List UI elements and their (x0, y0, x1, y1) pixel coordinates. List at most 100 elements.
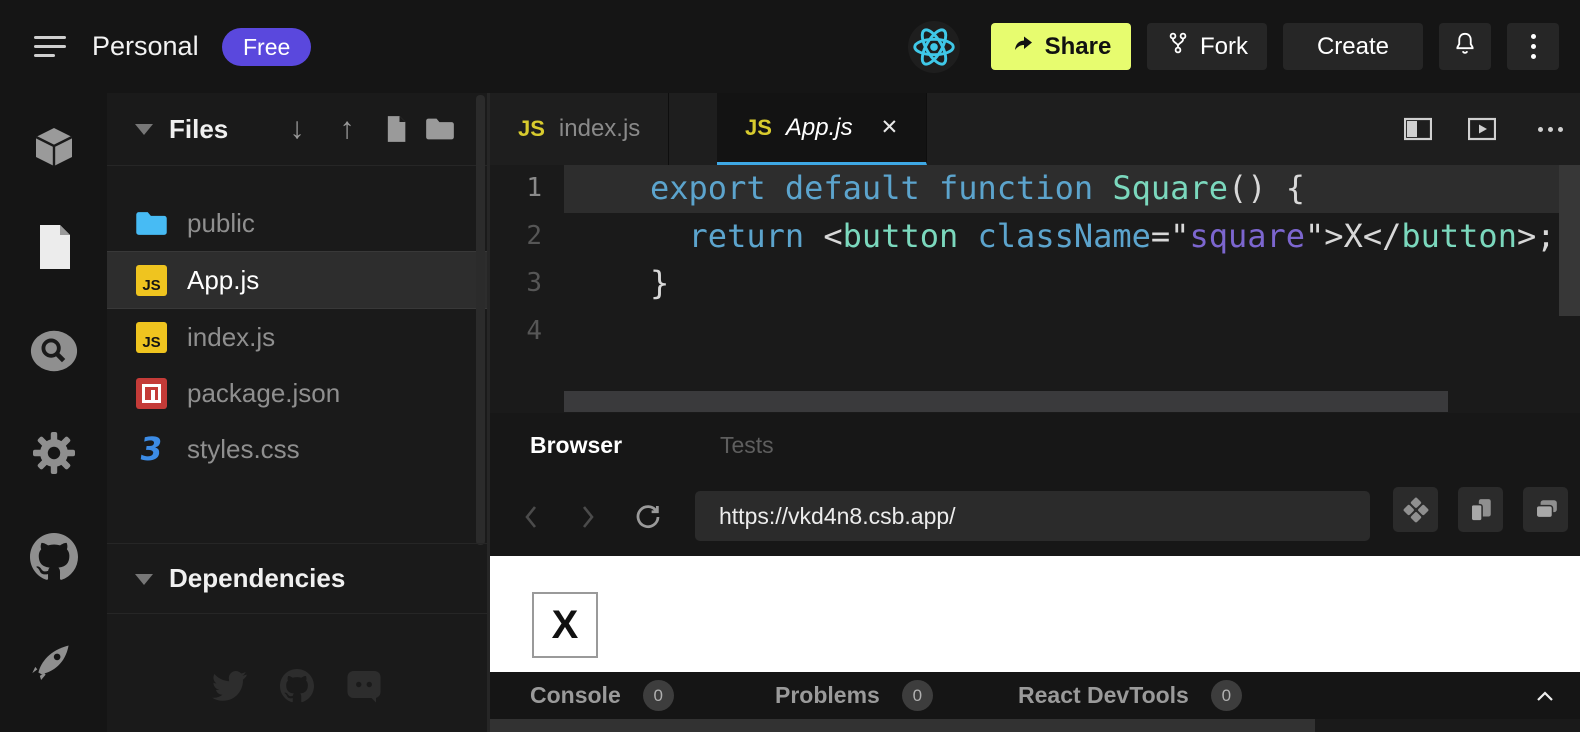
statusbar-label: Problems (775, 682, 880, 709)
search-icon[interactable] (0, 321, 107, 381)
line-number: 1 (490, 165, 542, 213)
devtools-panes-icon[interactable] (1458, 487, 1503, 532)
file-name: public (187, 208, 255, 239)
close-tab-icon[interactable]: ✕ (881, 115, 899, 140)
react-logo-icon (908, 21, 960, 73)
code-v-scrollbar[interactable] (1559, 165, 1580, 316)
console-scrollbar[interactable] (490, 719, 1315, 732)
css3-icon: 3 (138, 430, 166, 468)
file-name: package.json (187, 378, 340, 409)
js-file-icon: JS (135, 321, 168, 354)
social-links (107, 633, 487, 732)
statusbar-react-devtools[interactable]: React DevTools0 (1018, 672, 1242, 719)
editor-area: JS index.js JS App.js ✕ 1 export default func… (490, 93, 1580, 732)
code-line-2[interactable]: 2 return <button className="square">X</b… (490, 213, 1580, 261)
editor-tab-bar: JS index.js JS App.js ✕ (490, 93, 1580, 166)
url-input[interactable] (695, 491, 1370, 541)
statusbar-label: React DevTools (1018, 682, 1189, 709)
files-panel: Files ↓ ↑ publicJSApp.jsJSindex.jspackag… (107, 93, 487, 732)
file-row-App.js[interactable]: JSApp.js (107, 251, 487, 309)
refresh-icon[interactable] (630, 478, 666, 556)
forward-icon[interactable] (573, 478, 603, 556)
editor-more-icon[interactable] (1530, 93, 1570, 165)
count-badge: 0 (902, 680, 933, 711)
file-row-index.js[interactable]: JS index.js (107, 309, 487, 365)
share-button[interactable]: Share (991, 23, 1131, 70)
collapse-triangle-icon[interactable] (135, 124, 153, 135)
fork-icon (1166, 31, 1190, 62)
statusbar-console[interactable]: Console0 (530, 672, 674, 719)
share-label: Share (1045, 33, 1112, 61)
fork-button[interactable]: Fork (1147, 23, 1267, 70)
file-row-public[interactable]: public (107, 195, 487, 251)
file-name: index.js (187, 322, 275, 353)
split-editor-icon[interactable] (1398, 93, 1438, 165)
js-file-type-icon: JS (745, 115, 772, 141)
responsive-preview-icon[interactable] (1393, 487, 1438, 532)
tab-tests[interactable]: Tests (720, 413, 774, 478)
statusbar-label: Console (530, 682, 621, 709)
sandbox-info-icon[interactable] (0, 117, 107, 177)
file-tree: publicJSApp.jsJSindex.jspackage.json3sty… (107, 195, 487, 477)
code-text (564, 308, 1559, 356)
js-badge-icon: JS (136, 265, 167, 296)
notifications-button[interactable] (1439, 23, 1491, 70)
files-scrollbar[interactable] (476, 95, 485, 545)
plan-badge: Free (222, 28, 311, 66)
console-bar: Console0 Problems 0 React DevTools0 (490, 672, 1580, 719)
workspace-name[interactable]: Personal (92, 0, 199, 93)
line-number: 3 (490, 260, 542, 308)
new-folder-icon[interactable] (421, 93, 459, 165)
code-text: export default function Square() { (564, 165, 1559, 213)
editor-tab-App.js[interactable]: JS App.js ✕ (717, 93, 927, 165)
code-text: } (564, 260, 1559, 308)
discord-icon[interactable] (346, 669, 382, 708)
folder-file-icon (135, 207, 168, 240)
top-bar: Personal Free Share (0, 0, 1580, 94)
expand-console-icon[interactable] (1525, 672, 1565, 719)
code-h-scrollbar[interactable] (564, 391, 1448, 412)
code-editor[interactable]: 1 export default function Square() {2 ret… (490, 165, 1580, 413)
statusbar-problems[interactable]: Problems 0 (775, 672, 933, 719)
dependencies-section-header[interactable]: Dependencies (107, 543, 487, 614)
create-button[interactable]: Create (1283, 23, 1423, 70)
code-line-4[interactable]: 4 (490, 308, 1580, 356)
browser-preview: X (490, 556, 1580, 672)
js-file-type-icon: JS (518, 116, 545, 142)
deploy-rocket-icon[interactable] (0, 629, 107, 689)
code-line-1[interactable]: 1 export default function Square() { (490, 165, 1580, 213)
npm-file-icon (135, 377, 168, 410)
upload-icon[interactable]: ↑ (332, 93, 362, 165)
files-section-header[interactable]: Files ↓ ↑ (107, 93, 487, 166)
tab-browser[interactable]: Browser (530, 413, 622, 478)
settings-gear-icon[interactable] (0, 423, 107, 483)
bell-icon (1452, 30, 1478, 63)
js-badge-icon: JS (136, 322, 167, 353)
preview-tab-bar: Browser Tests (490, 413, 1580, 478)
tab-label: App.js (786, 114, 853, 142)
tab-label: index.js (559, 115, 640, 143)
create-label: Create (1317, 33, 1389, 61)
js-file-icon: JS (135, 264, 168, 297)
code-line-3[interactable]: 3} (490, 260, 1580, 308)
file-row-package.json[interactable]: package.json (107, 365, 487, 421)
back-icon[interactable] (516, 478, 546, 556)
open-preview-icon[interactable] (1462, 93, 1502, 165)
download-icon[interactable]: ↓ (282, 93, 312, 165)
new-file-icon[interactable] (379, 93, 413, 165)
open-new-window-icon[interactable] (1523, 487, 1568, 532)
square-button[interactable]: X (532, 592, 598, 658)
editor-tab-index.js[interactable]: JS index.js (490, 93, 669, 165)
twitter-icon[interactable] (212, 670, 248, 707)
codesandbox-window: Personal Free Share (0, 0, 1580, 732)
file-explorer-icon[interactable] (0, 217, 107, 277)
github-icon[interactable] (0, 527, 107, 587)
dependencies-title: Dependencies (169, 544, 345, 613)
more-options-button[interactable] (1507, 23, 1559, 70)
menu-icon[interactable] (34, 36, 68, 58)
file-row-styles.css[interactable]: 3styles.css (107, 421, 487, 477)
code-text: return <button className="square">X</but… (564, 213, 1559, 261)
files-title: Files (169, 93, 228, 165)
collapse-triangle-icon[interactable] (135, 574, 153, 585)
github-link-icon[interactable] (280, 669, 314, 708)
